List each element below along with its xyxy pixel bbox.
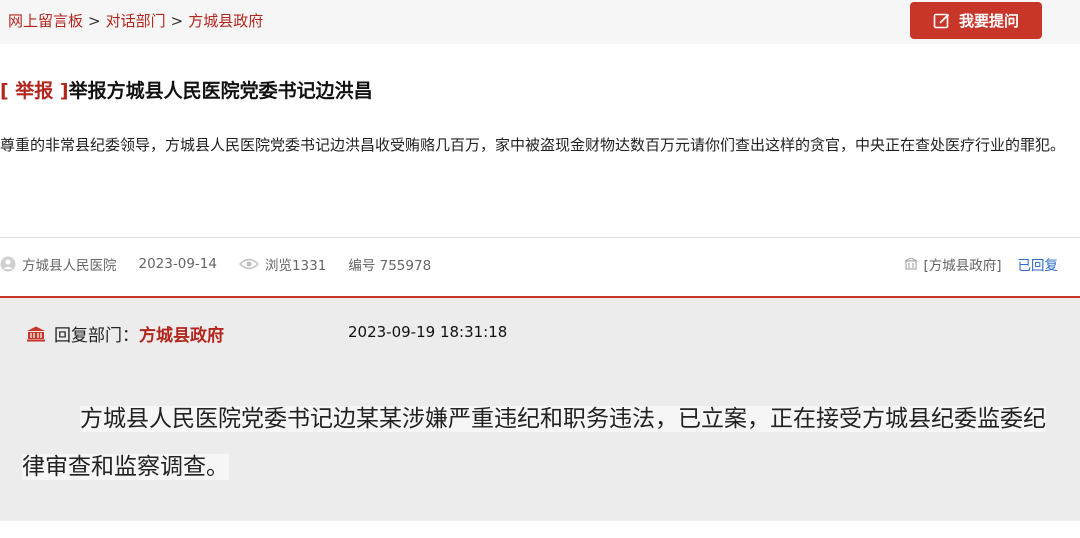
reply-department-label: 回复部门： 方城县政府 (26, 321, 224, 346)
meta-department[interactable]: [方城县政府] (923, 254, 1001, 274)
author-name: 方城县人民医院 (22, 258, 117, 274)
reply-content: 方城县人民医院党委书记边某某涉嫌严重违纪和职务违法，已立案，正在接受方城县纪委监… (22, 395, 1056, 491)
reply-department-name: 方城县政府 (139, 326, 224, 346)
user-icon (0, 256, 16, 272)
post-title-text: 举报方城县人民医院党委书记边洪昌 (68, 80, 373, 102)
reply-body: 方城县人民医院党委书记边某某涉嫌严重违纪和职务违法，已立案，正在接受方城县纪委监… (0, 364, 1080, 521)
reply-status: 已回复 (1017, 258, 1059, 274)
top-bar: 网上留言板 > 对话部门 > 方城县政府 我要提问 (0, 0, 1080, 44)
date-item: 2023-09-14 (139, 256, 217, 272)
view-count: 浏览1331 (264, 258, 327, 274)
number-item: 编号 755978 (348, 254, 431, 274)
breadcrumb-item-gov[interactable]: 方城县政府 (188, 12, 263, 30)
views-item: 浏览1331 (239, 254, 326, 274)
ask-question-label: 我要提问 (958, 12, 1019, 30)
post-tag: [ 举报 ] (0, 80, 69, 102)
edit-icon (933, 13, 950, 28)
breadcrumb: 网上留言板 > 对话部门 > 方城县政府 (8, 10, 263, 31)
post-title: [ 举报 ]举报方城县人民医院党委书记边洪昌 (0, 76, 373, 103)
breadcrumb-item-dialog[interactable]: 对话部门 (106, 12, 166, 30)
reply-content-text: 方城县人民医院党委书记边某某涉嫌严重违纪和职务违法，已立案，正在接受方城县纪委监… (22, 406, 1046, 480)
building-icon (905, 258, 918, 270)
reply-time: 2023-09-19 18:31:18 (348, 323, 508, 341)
post-content: 尊重的非常县纪委领导，方城县人民医院党委书记边洪昌收受贿赂几百万，家中被盗现金财… (0, 136, 1066, 154)
post-number: 编号 755978 (348, 258, 432, 274)
breadcrumb-item-board[interactable]: 网上留言板 (8, 12, 83, 30)
eye-icon (239, 258, 259, 270)
reply-header: 回复部门： 方城县政府 2023-09-19 18:31:18 (0, 298, 1080, 364)
author-item: 方城县人民医院 (0, 254, 117, 274)
ask-question-button[interactable]: 我要提问 (910, 2, 1042, 39)
government-building-icon (27, 326, 45, 341)
breadcrumb-separator: > (88, 12, 101, 30)
breadcrumb-separator: > (170, 12, 184, 30)
reply-label-text: 回复部门： (54, 326, 139, 346)
post-date: 2023-09-14 (138, 256, 217, 272)
post-meta: 方城县人民医院 2023-09-14 浏览1331 编号 755978 [方城县… (0, 237, 1080, 296)
